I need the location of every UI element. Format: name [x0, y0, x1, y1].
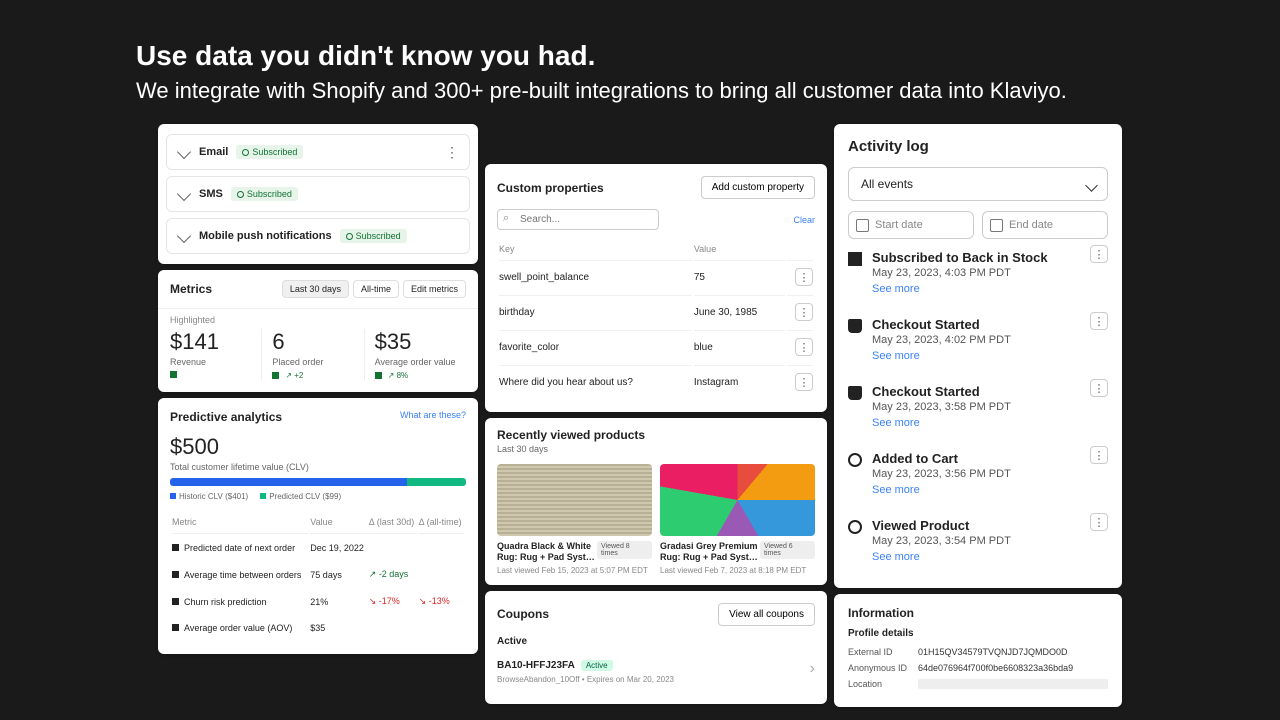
metric-revenue: $141 Revenue	[170, 329, 262, 380]
recently-viewed-card: Recently viewed products Last 30 days Qu…	[485, 418, 827, 585]
metric-orders: 6 Placed order ↗ +2	[262, 329, 364, 380]
status-badge: Subscribed	[236, 145, 303, 159]
edit-metrics-button[interactable]: Edit metrics	[403, 280, 466, 298]
see-more-link[interactable]: See more	[872, 484, 1108, 496]
metrics-title: Metrics	[170, 282, 212, 296]
activity-event: Viewed Product May 23, 2023, 3:54 PM PDT…	[848, 507, 1108, 574]
event-icon	[848, 386, 862, 400]
end-date-input[interactable]: End date	[982, 211, 1108, 239]
event-icon	[848, 453, 862, 467]
activity-event: Subscribed to Back in Stock May 23, 2023…	[848, 239, 1108, 306]
more-icon[interactable]: ⋮	[1090, 245, 1108, 263]
hero-subtitle: We integrate with Shopify and 300+ pre-b…	[136, 78, 1280, 104]
more-icon[interactable]: ⋮	[795, 373, 813, 391]
channel-email[interactable]: Email Subscribed ⋮	[166, 134, 470, 170]
add-custom-property-button[interactable]: Add custom property	[701, 176, 815, 199]
channel-push[interactable]: Mobile push notifications Subscribed	[166, 218, 470, 254]
search-input[interactable]	[497, 209, 659, 230]
table-row: birthdayJune 30, 1985⋮	[499, 295, 813, 328]
more-icon[interactable]: ⋮	[1090, 312, 1108, 330]
more-icon[interactable]: ⋮	[795, 268, 813, 286]
event-icon	[848, 252, 862, 266]
information-card: Information Profile details External ID0…	[834, 594, 1122, 707]
coupons-card: Coupons View all coupons Active BA10-HFF…	[485, 591, 827, 704]
activity-event: Checkout Started May 23, 2023, 3:58 PM P…	[848, 373, 1108, 440]
predictive-table: MetricValueΔ (last 30d)Δ (all-time) Pred…	[170, 509, 466, 642]
metrics-card: Metrics Last 30 days All-time Edit metri…	[158, 270, 478, 392]
location-placeholder	[918, 679, 1108, 689]
table-row: Where did you hear about us?Instagram⋮	[499, 365, 813, 398]
channels-card: Email Subscribed ⋮ SMS Subscribed Mobile…	[158, 124, 478, 264]
more-icon[interactable]: ⋮	[1090, 513, 1108, 531]
hero-title: Use data you didn't know you had.	[136, 40, 1280, 72]
table-row: favorite_colorblue⋮	[499, 330, 813, 363]
range-last30[interactable]: Last 30 days	[282, 280, 349, 298]
table-row: Average time between orders75 days↗ -2 d…	[172, 562, 464, 587]
chevron-down-icon	[177, 229, 191, 243]
see-more-link[interactable]: See more	[872, 350, 1108, 362]
see-more-link[interactable]: See more	[872, 283, 1108, 295]
table-row: Average order value (AOV)$35	[172, 616, 464, 640]
product-thumbnail	[497, 464, 652, 536]
metric-aov: $35 Average order value ↗ 8%	[365, 329, 466, 380]
status-badge: Subscribed	[340, 229, 407, 243]
activity-event: Added to Cart May 23, 2023, 3:56 PM PDT …	[848, 440, 1108, 507]
status-badge: Subscribed	[231, 187, 298, 201]
table-row: swell_point_balance75⋮	[499, 260, 813, 293]
events-filter-select[interactable]: All events	[848, 167, 1108, 201]
product-card[interactable]: Gradasi Grey Premium Rug: Rug + Pad Syst…	[660, 464, 815, 575]
table-row: Predicted date of next orderDec 19, 2022	[172, 536, 464, 560]
predictive-card: Predictive analytics What are these? $50…	[158, 398, 478, 654]
see-more-link[interactable]: See more	[872, 551, 1108, 563]
product-thumbnail	[660, 464, 815, 536]
table-row: Churn risk prediction21%↘ -17%↘ -13%	[172, 589, 464, 614]
more-icon[interactable]: ⋮	[795, 303, 813, 321]
chevron-down-icon	[177, 145, 191, 159]
chevron-down-icon	[177, 187, 191, 201]
more-icon[interactable]: ⋮	[445, 144, 459, 161]
view-all-coupons-button[interactable]: View all coupons	[718, 603, 815, 626]
product-card[interactable]: Quadra Black & White Rug: Rug + Pad Syst…	[497, 464, 652, 575]
range-alltime[interactable]: All-time	[353, 280, 399, 298]
more-icon[interactable]: ⋮	[1090, 379, 1108, 397]
coupon-row[interactable]: BA10-HFFJ23FAActive BrowseAbandon_10Off …	[497, 647, 815, 692]
more-icon[interactable]: ⋮	[795, 338, 813, 356]
help-link[interactable]: What are these?	[400, 410, 466, 424]
event-icon	[848, 319, 862, 333]
event-icon	[848, 520, 862, 534]
activity-event: Checkout Started May 23, 2023, 4:02 PM P…	[848, 306, 1108, 373]
see-more-link[interactable]: See more	[872, 417, 1108, 429]
start-date-input[interactable]: Start date	[848, 211, 974, 239]
chevron-right-icon: ›	[810, 660, 815, 678]
custom-properties-card: Custom properties Add custom property Cl…	[485, 164, 827, 412]
more-icon[interactable]: ⋮	[1090, 446, 1108, 464]
activity-log-card: Activity log All events Start date End d…	[834, 124, 1122, 588]
clv-bar	[170, 478, 466, 486]
channel-sms[interactable]: SMS Subscribed	[166, 176, 470, 212]
clear-link[interactable]: Clear	[793, 215, 815, 225]
